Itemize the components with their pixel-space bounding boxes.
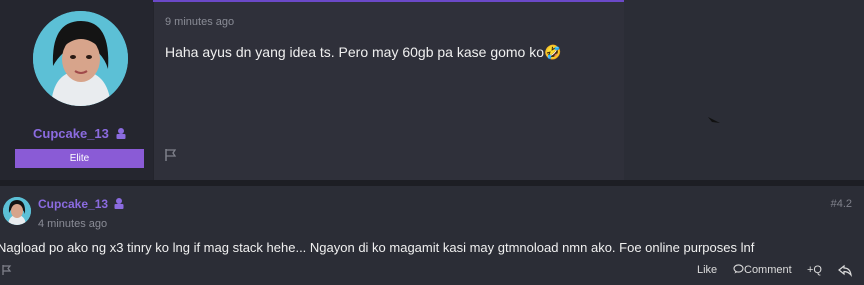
username-text[interactable]: Cupcake_13	[33, 126, 109, 141]
role-badge: Elite	[15, 149, 144, 168]
quote-button[interactable]: +Q	[807, 264, 822, 276]
reply-icon[interactable]	[838, 263, 852, 277]
like-button[interactable]: Like	[697, 264, 717, 276]
comment-label[interactable]: Comment	[744, 264, 792, 276]
avatar[interactable]	[33, 11, 128, 106]
flag-icon[interactable]	[2, 264, 12, 276]
post-accent-line	[153, 0, 624, 2]
post-message-text: Haha ayus dn yang idea ts. Pero may 60gb…	[165, 44, 545, 60]
flag-icon[interactable]	[164, 148, 178, 162]
post-timestamp[interactable]: 9 minutes ago	[165, 16, 234, 28]
post-1: Cupcake_13 Elite 9 minutes ago Haha ayus…	[0, 0, 624, 180]
username-text[interactable]: Cupcake_13	[38, 197, 108, 211]
emoji-icon: 🤣	[544, 44, 562, 60]
post-actions: Like Comment +Q	[0, 262, 864, 282]
post-message: Haha ayus dn yang idea ts. Pero may 60gb…	[165, 44, 561, 61]
post-number[interactable]: #4.2	[831, 198, 852, 210]
comment-icon	[733, 264, 744, 274]
user-icon	[115, 127, 127, 139]
post-2: Cupcake_13 4 minutes ago #4.2 Nagload po…	[0, 186, 864, 285]
user-icon	[113, 197, 125, 209]
cursor-icon	[708, 117, 720, 125]
comment-button[interactable]: Comment	[733, 264, 792, 276]
divider	[153, 0, 154, 180]
username[interactable]: Cupcake_13	[38, 197, 125, 211]
avatar[interactable]	[3, 197, 31, 225]
username[interactable]: Cupcake_13	[33, 126, 127, 141]
post-message: Nagload po ako ng x3 tinry ko lng if mag…	[0, 240, 755, 255]
post-timestamp[interactable]: 4 minutes ago	[38, 218, 107, 230]
